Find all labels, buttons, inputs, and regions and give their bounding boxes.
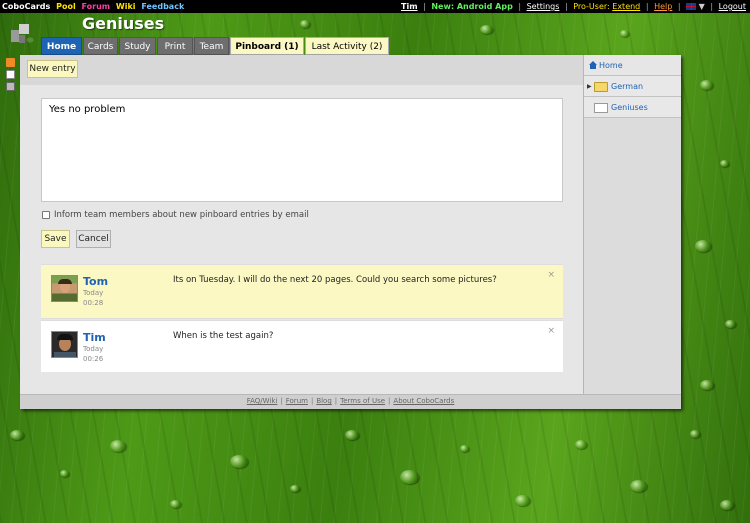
forum-link[interactable]: Forum	[82, 2, 111, 11]
avatar[interactable]	[51, 275, 78, 302]
home-icon-base	[590, 65, 596, 69]
pinboard-content: New entry Yes no problem Inform team mem…	[20, 55, 583, 394]
logout-link[interactable]: Logout	[719, 2, 746, 11]
extend-link[interactable]: Extend	[612, 2, 640, 11]
entry-day: Today	[83, 345, 104, 353]
feedback-link[interactable]: Feedback	[141, 2, 184, 11]
inform-members-checkbox[interactable]	[42, 210, 50, 219]
footer-link-about[interactable]: About CoboCards	[393, 397, 454, 405]
tab-study[interactable]: Study	[119, 37, 156, 55]
cancel-button[interactable]: Cancel	[76, 230, 111, 248]
font-size-icon[interactable]	[6, 70, 15, 79]
side-icons	[6, 58, 16, 94]
inform-members-row: Inform team members about new pinboard e…	[42, 210, 309, 220]
entry-time: 00:28	[83, 299, 104, 307]
tab-home[interactable]: Home	[41, 37, 82, 55]
brand-link[interactable]: CoboCards	[2, 2, 50, 11]
cardset-icon	[594, 103, 608, 113]
cardset-tree-sidebar: Home ▶ German Geniuses	[583, 55, 681, 394]
pro-user-label: Pro-User:	[573, 2, 610, 11]
settings-link[interactable]: Settings	[527, 2, 560, 11]
footer-link-forum[interactable]: Forum	[286, 397, 308, 405]
footer: FAQ/Wiki | Forum | Blog | Terms of Use | About C…	[20, 394, 681, 409]
pinboard-entry: Tom Today 00:28 Its on Tuesday. I will d…	[41, 264, 563, 319]
entry-author[interactable]: Tom	[83, 275, 108, 288]
main-panel: New entry Yes no problem Inform team mem…	[20, 55, 681, 409]
entry-author[interactable]: Tim	[83, 331, 106, 344]
wiki-link[interactable]: Wiki	[116, 2, 136, 11]
tab-team[interactable]: Team	[194, 37, 229, 55]
footer-link-blog[interactable]: Blog	[316, 397, 331, 405]
pinboard-entry: Tim Today 00:26 When is the test again? …	[41, 320, 563, 372]
top-navigation-bar: CoboCards Pool Forum Wiki Feedback Tim |…	[0, 0, 750, 13]
entry-textarea[interactable]: Yes no problem	[41, 98, 563, 202]
footer-link-faq[interactable]: FAQ/Wiki	[247, 397, 278, 405]
help-link[interactable]: Help	[654, 2, 672, 11]
sidebar-item-label: Geniuses	[611, 103, 648, 112]
sidebar-item-home[interactable]: Home	[584, 55, 681, 76]
entry-message: Its on Tuesday. I will do the next 20 pa…	[173, 275, 497, 285]
tab-cards[interactable]: Cards	[83, 37, 118, 55]
sidebar-item-german[interactable]: ▶ German	[584, 76, 681, 97]
android-app-link[interactable]: New: Android App	[431, 2, 512, 11]
new-entry-button[interactable]: New entry	[27, 60, 78, 78]
tab-pinboard[interactable]: Pinboard (1)	[230, 37, 304, 55]
inform-members-label: Inform team members about new pinboard e…	[54, 210, 309, 220]
entry-time: 00:26	[83, 355, 104, 363]
entry-day: Today	[83, 289, 104, 297]
cobocards-logo-icon[interactable]	[11, 24, 33, 46]
pool-link[interactable]: Pool	[56, 2, 76, 11]
uk-flag-icon[interactable]	[686, 3, 697, 10]
pinboard-toolbar: New entry	[20, 55, 583, 85]
folder-icon	[594, 82, 608, 92]
cardset-title: Geniuses	[82, 14, 165, 33]
save-button[interactable]: Save	[41, 230, 70, 248]
avatar[interactable]	[51, 331, 78, 358]
expand-arrow-icon[interactable]: ▶	[587, 76, 592, 97]
tab-last-activity[interactable]: Last Activity (2)	[305, 37, 389, 55]
sidebar-item-geniuses[interactable]: Geniuses	[584, 97, 681, 118]
sidebar-item-label: German	[611, 82, 644, 91]
language-dropdown-arrow-icon[interactable]: ▼	[699, 2, 705, 11]
print-icon[interactable]	[6, 82, 15, 91]
footer-link-terms[interactable]: Terms of Use	[340, 397, 385, 405]
user-link[interactable]: Tim	[401, 2, 418, 11]
delete-entry-icon[interactable]: ×	[547, 326, 555, 336]
tab-print[interactable]: Print	[157, 37, 193, 55]
delete-entry-icon[interactable]: ×	[547, 270, 555, 280]
sidebar-item-label: Home	[599, 61, 623, 70]
rss-icon[interactable]	[6, 58, 15, 67]
entry-message: When is the test again?	[173, 331, 274, 341]
